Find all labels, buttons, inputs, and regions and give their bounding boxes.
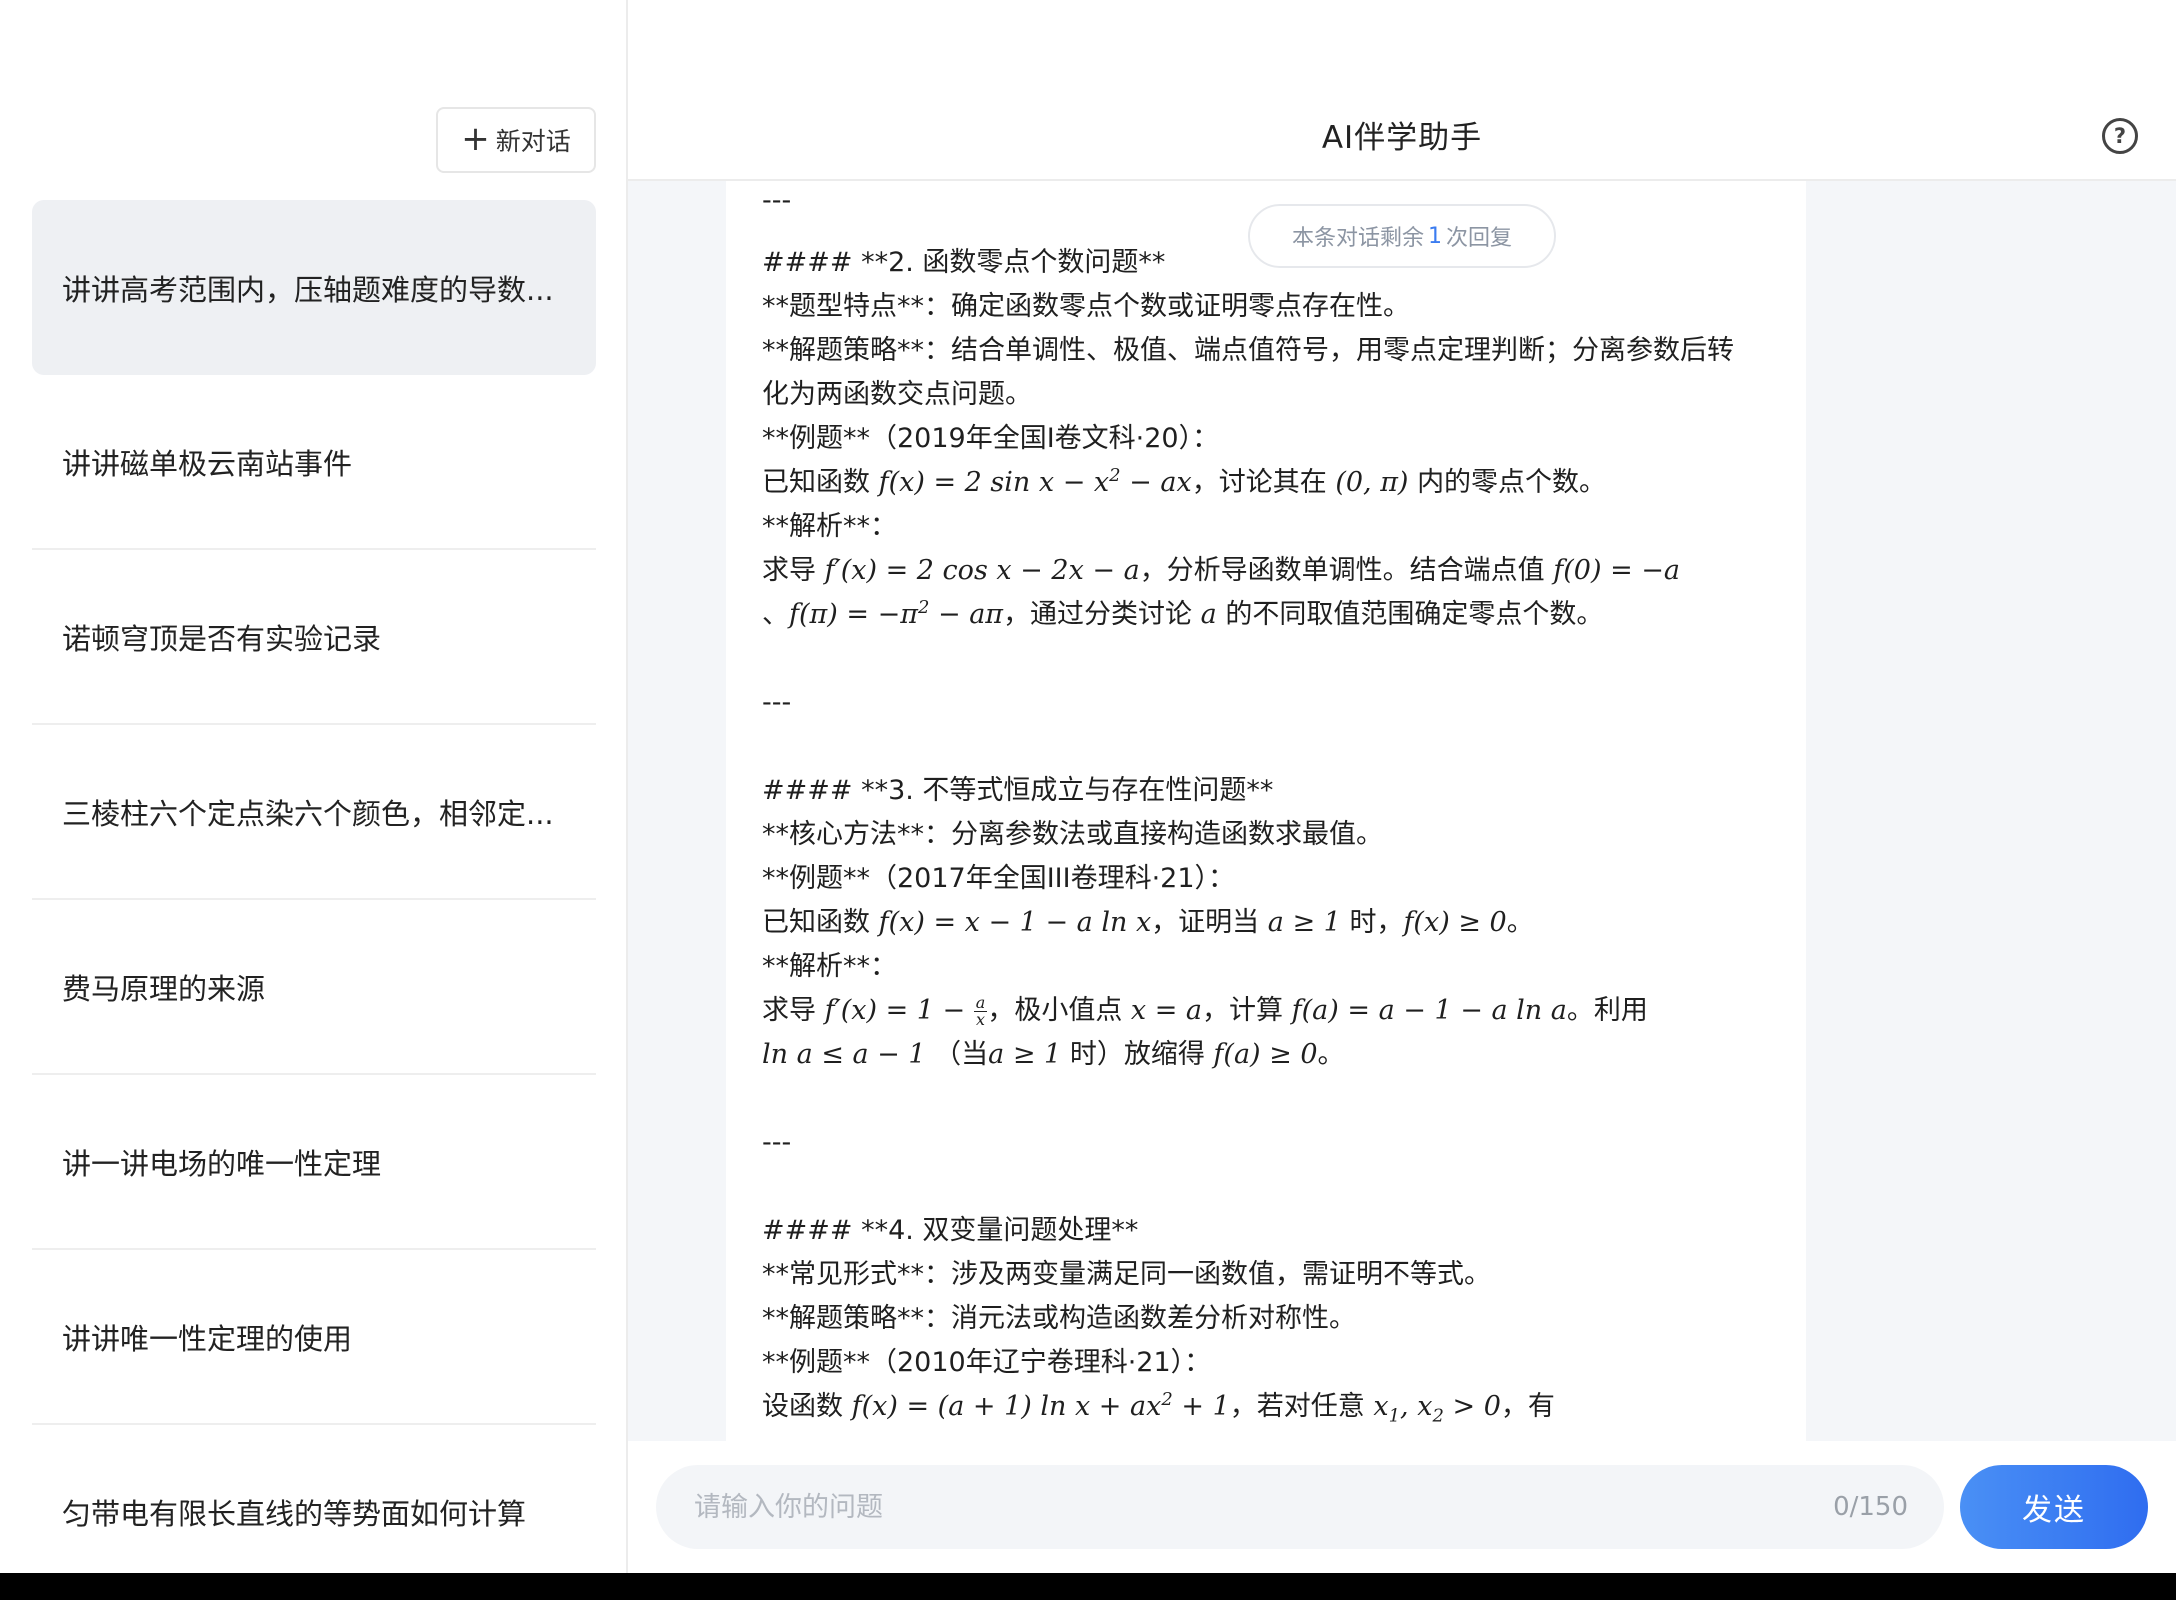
conversation-item[interactable]: 讲一讲电场的唯一性定理	[32, 1075, 596, 1250]
text: ，有	[1500, 1391, 1555, 1422]
remaining-suffix: 次回复	[1446, 226, 1513, 251]
message-line: 已知函数 f(x) = 2 sin x − x2 − ax，讨论其在 (0, π…	[762, 461, 1772, 505]
conversation-item[interactable]: 讲讲高考范围内，压轴题难度的导数...	[32, 200, 596, 375]
remaining-count: 1	[1428, 223, 1442, 249]
math-formula: f(x) = 2 sin x − x2 − ax	[878, 465, 1192, 499]
message-line: 求导 f′(x) = 2 cos x − 2x − a，分析导函数单调性。结合端…	[762, 549, 1772, 593]
send-button[interactable]: 发送	[1960, 1465, 2148, 1549]
message-line: 求导 f′(x) = 1 − a x ，极小值点 x = a，计算 f(a) = a…	[762, 989, 1772, 1033]
text: ，计算	[1202, 995, 1284, 1026]
conversation-list: 讲讲高考范围内，压轴题难度的导数... 讲讲磁单极云南站事件 诺顿穹顶是否有实验…	[32, 200, 596, 1600]
message-line: **解析**：	[762, 511, 897, 542]
math-formula: f(a) ≥ 0	[1213, 1039, 1318, 1070]
conversation-item[interactable]: 诺顿穹顶是否有实验记录	[32, 550, 596, 725]
conversation-title: 三棱柱六个定点染六个颜色，相邻定...	[62, 796, 554, 831]
text: ，若对任意	[1229, 1391, 1365, 1422]
text: 、	[762, 599, 789, 630]
conversation-title: 讲讲磁单极云南站事件	[62, 446, 353, 481]
conversation-item[interactable]: 三棱柱六个定点染六个颜色，相邻定...	[32, 725, 596, 900]
message-line: 已知函数 f(x) = x − 1 − a ln x，证明当 a ≥ 1 时，f…	[762, 901, 1772, 945]
sidebar: + 新对话 讲讲高考范围内，压轴题难度的导数... 讲讲磁单极云南站事件 诺顿穹…	[0, 0, 628, 1600]
header: AI伴学助手 ?	[628, 0, 2176, 181]
new-chat-label: 新对话	[495, 127, 571, 156]
conversation-title: 费马原理的来源	[62, 971, 266, 1006]
message-line: **常见形式**：涉及两变量满足同一函数值，需证明不等式。	[762, 1259, 1491, 1290]
text: ，证明当	[1151, 907, 1260, 938]
conversation-title: 讲讲唯一性定理的使用	[62, 1321, 353, 1356]
conversation-title: 讲讲高考范围内，压轴题难度的导数...	[62, 272, 554, 307]
message-line: **例题**（2010年辽宁卷理科·21）：	[762, 1347, 1212, 1378]
message-line: 化为两函数交点问题。	[762, 379, 1032, 410]
message-line: 、f(π) = −π2 − aπ，通过分类讨论 a 的不同取值范围确定零点个数。	[762, 593, 1772, 637]
message-line: **解析**：	[762, 951, 897, 982]
text: 时，	[1349, 907, 1404, 938]
text: （当	[934, 1039, 989, 1070]
question-input[interactable]	[692, 1490, 1834, 1524]
message-heading: #### **4. 双变量问题处理**	[762, 1215, 1139, 1246]
input-bar: 0/150 发送	[628, 1441, 2176, 1573]
assistant-message: --- #### **2. 函数零点个数问题** **题型特点**：确定函数零点…	[726, 181, 1806, 1441]
text: 时）放缩得	[1069, 1039, 1205, 1070]
text: 的不同取值范围确定零点个数。	[1225, 599, 1604, 630]
math-formula: a ≥ 1	[988, 1039, 1062, 1070]
message-line: **解题策略**：消元法或构造函数差分析对称性。	[762, 1303, 1356, 1334]
message-line: **例题**（2019年全国I卷文科·20）：	[762, 423, 1220, 454]
message-line: **题型特点**：确定函数零点个数或证明零点存在性。	[762, 291, 1410, 322]
plus-icon: +	[461, 118, 490, 159]
text: 。	[1506, 907, 1534, 938]
math-formula: ln a ≤ a − 1	[762, 1039, 926, 1070]
conversation-title: 诺顿穹顶是否有实验记录	[62, 621, 382, 656]
bottom-bar	[0, 1573, 2176, 1600]
page-title: AI伴学助手	[1321, 120, 1483, 156]
new-chat-button[interactable]: + 新对话	[436, 107, 596, 173]
text: ，讨论其在	[1191, 467, 1327, 498]
math-formula: a	[1200, 599, 1217, 630]
chat-area[interactable]: --- #### **2. 函数零点个数问题** **题型特点**：确定函数零点…	[628, 181, 2176, 1441]
math-formula: a ≥ 1	[1267, 907, 1341, 938]
math-formula: x1, x2 > 0	[1373, 1391, 1501, 1427]
text: 设函数	[762, 1391, 843, 1422]
message-line: ---	[762, 687, 792, 718]
text: 求导	[762, 555, 816, 586]
text: 。利用	[1566, 995, 1648, 1026]
text: ，极小值点	[987, 995, 1123, 1026]
remaining-prefix: 本条对话剩余	[1291, 226, 1424, 251]
text: ，分析导函数单调性。结合端点值	[1139, 555, 1545, 586]
message-line: **核心方法**：分离参数法或直接构造函数求最值。	[762, 819, 1383, 850]
math-formula: f(x) ≥ 0	[1403, 907, 1507, 938]
message-line: ln a ≤ a − 1 （当a ≥ 1 时）放缩得 f(a) ≥ 0。	[762, 1033, 1772, 1077]
math-formula: f(0) = −a	[1553, 555, 1681, 586]
conversation-item[interactable]: 讲讲唯一性定理的使用	[32, 1250, 596, 1425]
math-formula: f(a) = a − 1 − a ln a	[1291, 995, 1567, 1026]
message-content: --- #### **2. 函数零点个数问题** **题型特点**：确定函数零点…	[762, 181, 1772, 1429]
text: 内的零点个数。	[1417, 467, 1607, 498]
math-formula: f(π) = −π2 − aπ	[789, 597, 1004, 631]
message-line: 设函数 f(x) = (a + 1) ln x + ax2 + 1，若对任意 x…	[762, 1385, 1772, 1429]
conversation-title: 讲一讲电场的唯一性定理	[62, 1146, 382, 1181]
remaining-replies-badge: 本条对话剩余 1 次回复	[1248, 204, 1556, 268]
char-counter: 0/150	[1833, 1492, 1908, 1522]
text: 已知函数	[762, 907, 870, 938]
message-line: **解题策略**：结合单调性、极值、端点值符号，用零点定理判断；分离参数后转	[762, 335, 1734, 366]
text: 求导	[762, 995, 816, 1026]
math-formula: f(x) = (a + 1) ln x + ax2 + 1	[851, 1389, 1230, 1423]
text: 。	[1317, 1039, 1345, 1070]
math-formula: (0, π)	[1335, 467, 1409, 498]
math-formula: f(x) = x − 1 − a ln x	[878, 907, 1152, 938]
text: ，通过分类讨论	[1003, 599, 1193, 630]
math-formula: f′(x) = 1 − ax	[824, 993, 988, 1029]
conversation-title: 匀带电有限长直线的等势面如何计算	[62, 1496, 527, 1531]
message-line: **例题**（2017年全国III卷理科·21）：	[762, 863, 1236, 894]
conversation-item[interactable]: 讲讲磁单极云南站事件	[32, 375, 596, 550]
conversation-item[interactable]: 费马原理的来源	[32, 900, 596, 1075]
message-line: ---	[762, 1127, 792, 1158]
text: 已知函数	[762, 467, 870, 498]
help-icon[interactable]: ?	[2102, 118, 2138, 154]
message-heading: #### **3. 不等式恒成立与存在性问题**	[762, 775, 1274, 806]
question-input-box[interactable]: 0/150	[656, 1465, 1944, 1549]
math-formula: f′(x) = 2 cos x − 2x − a	[824, 555, 1140, 586]
math-formula: x = a	[1130, 995, 1203, 1026]
